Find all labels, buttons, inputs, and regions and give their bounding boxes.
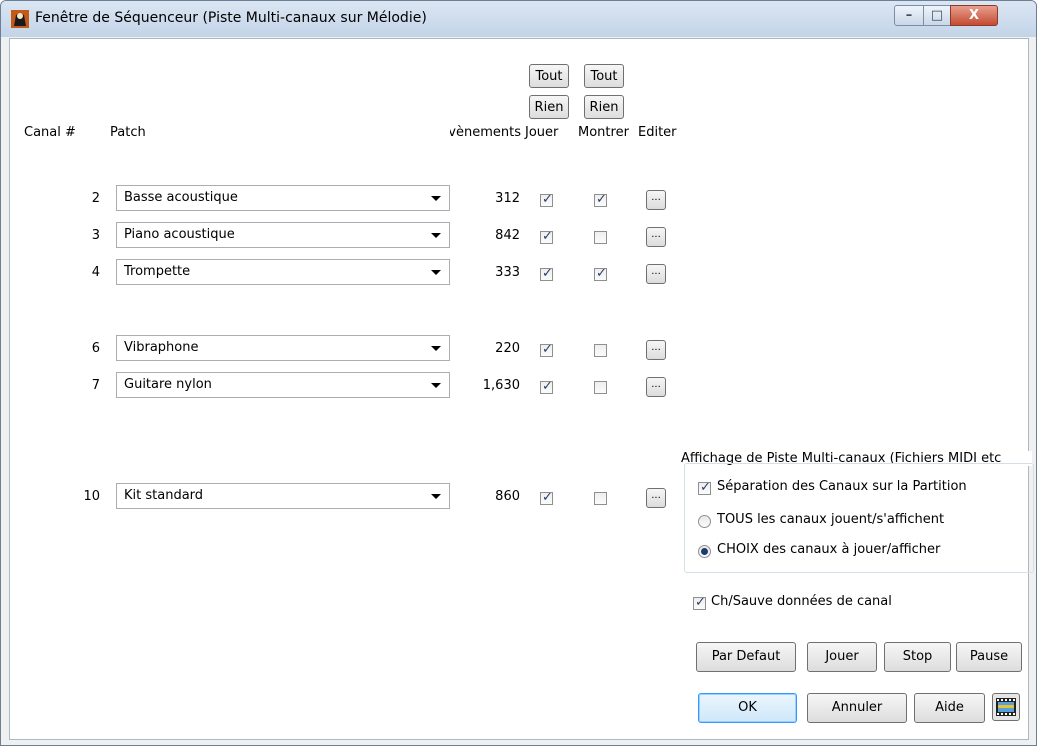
sequencer-window: Fenêtre de Séquenceur (Piste Multi-canau… (0, 0, 1037, 746)
patch-select[interactable]: Vibraphone (116, 335, 450, 361)
patch-value: Trompette (124, 264, 191, 279)
row-canal: 7 (91, 378, 100, 393)
dialog-body: Tout Tout Rien Rien Canal # Patch vèneme… (9, 38, 1034, 740)
col-events-header: vènements (450, 125, 521, 140)
col-montrer-header: Montrer (578, 125, 629, 140)
jouer-checkbox[interactable]: ✓ (540, 490, 553, 505)
patch-value: Piano acoustique (124, 227, 235, 242)
jouer-checkbox[interactable]: ✓ (540, 192, 553, 207)
edit-channel-button[interactable]: ... (646, 264, 666, 284)
row-events: 842 (495, 228, 520, 243)
minimize-icon: – (905, 8, 913, 23)
patch-select[interactable]: Guitare nylon (116, 372, 450, 398)
tout-montrer-button[interactable]: Tout (584, 64, 624, 88)
patch-select[interactable]: Trompette (116, 259, 450, 285)
checkmark-icon: ✓ (596, 266, 607, 281)
row-events: 220 (495, 341, 520, 356)
patch-value: Guitare nylon (124, 377, 212, 392)
separation-label: Séparation des Canaux sur la Partition (717, 479, 967, 494)
cancel-button[interactable]: Annuler (807, 693, 907, 723)
row-canal: 2 (91, 191, 100, 206)
row-events: 312 (495, 191, 520, 206)
save-channel-data-label: Ch/Sauve données de canal (711, 594, 892, 609)
app-icon (11, 10, 29, 28)
patch-value: Kit standard (124, 488, 204, 503)
help-button[interactable]: Aide (914, 693, 985, 723)
default-button[interactable]: Par Defaut (696, 642, 796, 672)
checkmark-icon: ✓ (542, 342, 553, 357)
montrer-checkbox[interactable]: ✓ (594, 192, 607, 207)
row-canal: 4 (91, 265, 100, 280)
col-canal-header: Canal # (24, 125, 76, 140)
close-icon: X (968, 8, 980, 23)
row-events: 1,630 (482, 378, 520, 393)
jouer-checkbox[interactable]: ✓ (540, 379, 553, 394)
window-title: Fenêtre de Séquenceur (Piste Multi-canau… (35, 10, 427, 26)
dropdown-arrow-icon (431, 346, 441, 351)
dropdown-arrow-icon (431, 270, 441, 275)
montrer-checkbox[interactable]: ✓ (594, 266, 607, 281)
row-events: 333 (495, 265, 520, 280)
radio-choice-label: CHOIX des canaux à jouer/afficher (717, 542, 941, 557)
col-patch-header: Patch (110, 125, 146, 140)
patch-select[interactable]: Piano acoustique (116, 222, 450, 248)
checkmark-icon: ✓ (596, 192, 607, 207)
checkmark-icon: ✓ (542, 379, 553, 394)
patch-value: Vibraphone (124, 340, 199, 355)
edit-channel-button[interactable]: ... (646, 377, 666, 397)
montrer-checkbox[interactable] (594, 492, 607, 505)
montrer-checkbox[interactable] (594, 381, 607, 394)
rien-montrer-button[interactable]: Rien (584, 95, 624, 119)
checkmark-icon: ✓ (695, 595, 706, 610)
montrer-checkbox[interactable] (594, 344, 607, 357)
edit-channel-button[interactable]: ... (646, 340, 666, 360)
row-canal: 3 (91, 228, 100, 243)
title-bar: Fenêtre de Séquenceur (Piste Multi-canau… (1, 1, 1036, 37)
radio-choice-channels[interactable] (698, 545, 711, 558)
edit-channel-button[interactable]: ... (646, 190, 666, 210)
checkmark-icon: ✓ (700, 480, 711, 495)
col-jouer-header: Jouer (525, 125, 559, 140)
maximize-button[interactable]: □ (923, 5, 951, 26)
patch-select[interactable]: Kit standard (116, 483, 450, 509)
checkmark-icon: ✓ (542, 192, 553, 207)
separation-checkbox[interactable]: ✓ (698, 480, 711, 495)
row-canal: 6 (91, 341, 100, 356)
dropdown-arrow-icon (431, 233, 441, 238)
film-icon (996, 698, 1016, 716)
save-channel-data-checkbox[interactable]: ✓ (693, 595, 706, 610)
montrer-checkbox[interactable] (594, 231, 607, 244)
edit-channel-button[interactable]: ... (646, 227, 666, 247)
close-button[interactable]: X (950, 5, 998, 26)
tout-jouer-button[interactable]: Tout (529, 64, 569, 88)
pause-button[interactable]: Pause (956, 642, 1022, 672)
jouer-checkbox[interactable]: ✓ (540, 342, 553, 357)
dropdown-arrow-icon (431, 494, 441, 499)
checkmark-icon: ✓ (542, 266, 553, 281)
col-editer-header: Editer (638, 125, 677, 140)
radio-dot-icon (701, 548, 708, 555)
jouer-checkbox[interactable]: ✓ (540, 266, 553, 281)
jouer-checkbox[interactable]: ✓ (540, 229, 553, 244)
dropdown-arrow-icon (431, 196, 441, 201)
play-button[interactable]: Jouer (807, 642, 877, 672)
radio-all-channels[interactable] (698, 515, 711, 528)
stop-button[interactable]: Stop (884, 642, 951, 672)
patch-select[interactable]: Basse acoustique (116, 185, 450, 211)
patch-value: Basse acoustique (124, 190, 238, 205)
maximize-icon: □ (930, 8, 944, 23)
rien-jouer-button[interactable]: Rien (529, 95, 569, 119)
edit-channel-button[interactable]: ... (646, 488, 666, 508)
row-canal: 10 (83, 489, 100, 504)
radio-all-label: TOUS les canaux jouent/s'affichent (717, 512, 945, 527)
ok-button[interactable]: OK (698, 693, 797, 723)
checkmark-icon: ✓ (542, 490, 553, 505)
dropdown-arrow-icon (431, 383, 441, 388)
checkmark-icon: ✓ (542, 229, 553, 244)
video-help-button[interactable] (992, 693, 1020, 721)
minimize-button[interactable]: – (894, 5, 924, 26)
row-events: 860 (495, 489, 520, 504)
